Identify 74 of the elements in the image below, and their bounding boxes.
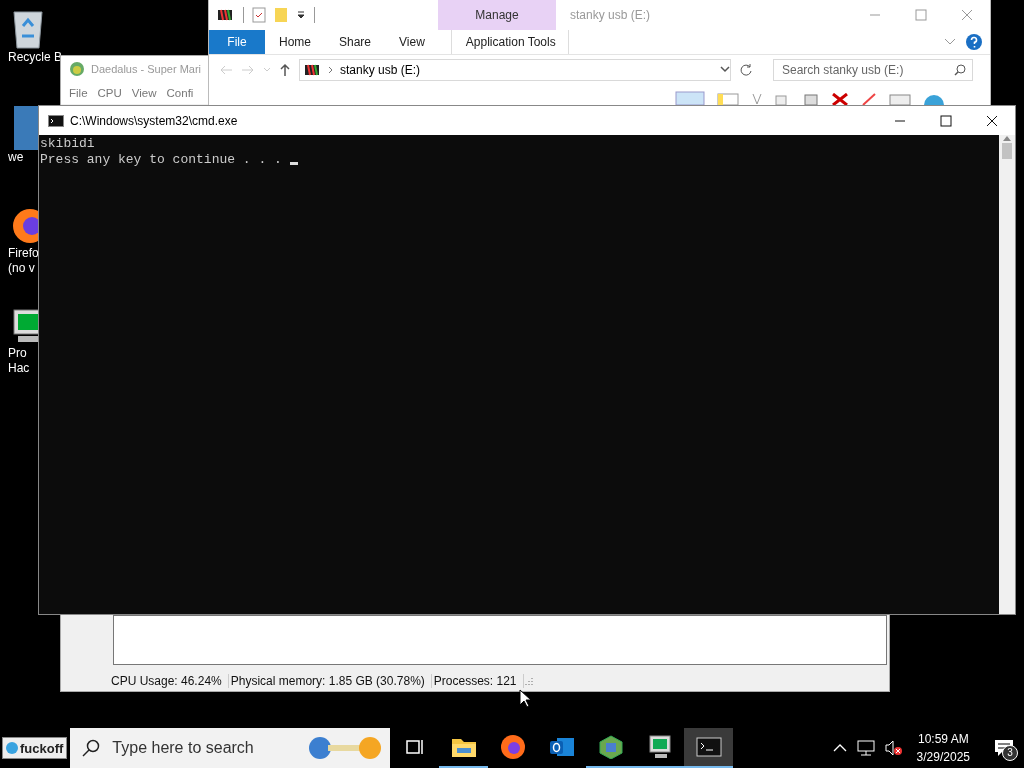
globe-and-sun-icon	[308, 735, 383, 761]
drive-icon	[304, 62, 322, 78]
chevron-down-icon	[944, 38, 956, 46]
chevron-down-icon	[720, 66, 730, 74]
task-view-icon	[404, 737, 425, 757]
computer-icon	[646, 734, 673, 760]
text-cursor	[289, 162, 298, 165]
search-field[interactable]: Search stanky usb (E:)	[780, 62, 954, 78]
desktop-icon-label[interactable]: (no v	[8, 261, 35, 276]
properties-icon	[252, 7, 266, 23]
forward-arrow-icon	[241, 64, 255, 76]
notification-button[interactable]: 3	[984, 728, 1024, 768]
status-text: Processes: 121	[431, 674, 524, 688]
ribbon-tab[interactable]: View	[385, 30, 439, 54]
ribbon-tab[interactable]: Application Tools	[450, 30, 569, 54]
ribbon-tab[interactable]: Home	[265, 30, 325, 54]
notification-count: 3	[1002, 745, 1018, 761]
folder-icon	[450, 736, 477, 758]
volume-muted-icon	[884, 740, 903, 756]
blob-icon	[6, 742, 18, 754]
scrollbar[interactable]	[999, 135, 1015, 614]
network-icon	[856, 740, 875, 756]
firefox-icon	[499, 734, 526, 760]
resize-grip-icon	[523, 676, 534, 686]
desktop-icon-label[interactable]: Pro	[8, 346, 27, 361]
menu-item[interactable]: Confi	[164, 87, 196, 99]
folder-icon	[274, 7, 288, 23]
console-icon	[695, 737, 722, 757]
chevron-right-icon	[328, 66, 334, 74]
app-icon	[69, 61, 85, 77]
close-icon	[961, 9, 973, 21]
maximize-icon	[915, 9, 927, 21]
chevron-up-icon	[832, 744, 847, 752]
console-text: skibidi	[40, 136, 95, 152]
contextual-tab-header: Manage	[438, 0, 556, 30]
refresh-icon	[739, 63, 753, 77]
desktop-icon-label[interactable]: Hac	[8, 361, 30, 376]
console-icon	[48, 114, 64, 127]
cube-icon	[597, 735, 624, 759]
menu-item[interactable]: CPU	[95, 87, 124, 99]
search-box[interactable]: Search stanky usb (E:)	[773, 59, 973, 81]
drive-icon	[217, 7, 235, 23]
ribbon-tab[interactable]: Share	[325, 30, 386, 54]
photo-placeholder	[14, 106, 40, 150]
menu-item[interactable]: File	[67, 87, 90, 99]
help-icon	[966, 34, 982, 50]
dropdown-icon	[296, 10, 306, 20]
maximize-icon	[940, 114, 952, 127]
taskbar-search-field[interactable]: Type here to search	[110, 738, 299, 758]
status-text: Physical memory: 1.85 GB (30.78%)	[228, 674, 432, 688]
mouse-cursor-icon	[519, 689, 531, 707]
scrollbar-thumb[interactable]	[1002, 143, 1012, 159]
chevron-down-icon	[263, 67, 271, 73]
status-text: CPU Usage: 46.24%	[109, 674, 229, 688]
back-arrow-icon	[219, 64, 233, 76]
taskbar-app-button[interactable]	[684, 728, 734, 768]
taskbar-search-box[interactable]: Type here to search	[70, 728, 391, 768]
search-icon	[82, 739, 101, 757]
ribbon-tab[interactable]: File	[209, 30, 265, 54]
close-icon	[986, 114, 998, 127]
window-title: stanky usb (E:)	[570, 7, 651, 24]
clock[interactable]: 10:59 AM 3/29/2025	[912, 730, 974, 766]
desktop-icon-label[interactable]: Firefo	[8, 246, 39, 261]
menu-item[interactable]: View	[129, 87, 159, 99]
window-title: Daedalus - Super Mari	[91, 63, 202, 75]
console-text: Press any key to continue . . .	[40, 152, 282, 168]
mail-icon	[548, 735, 575, 759]
delete-icon	[831, 93, 849, 105]
search-icon	[954, 64, 966, 76]
address-bar[interactable]: stanky usb (E:)	[299, 59, 731, 81]
desktop-icon-label[interactable]: we	[8, 150, 24, 165]
window-title: C:\Windows\system32\cmd.exe	[70, 113, 238, 128]
up-arrow-icon	[279, 63, 291, 77]
start-button[interactable]: fuckoff	[2, 737, 68, 759]
